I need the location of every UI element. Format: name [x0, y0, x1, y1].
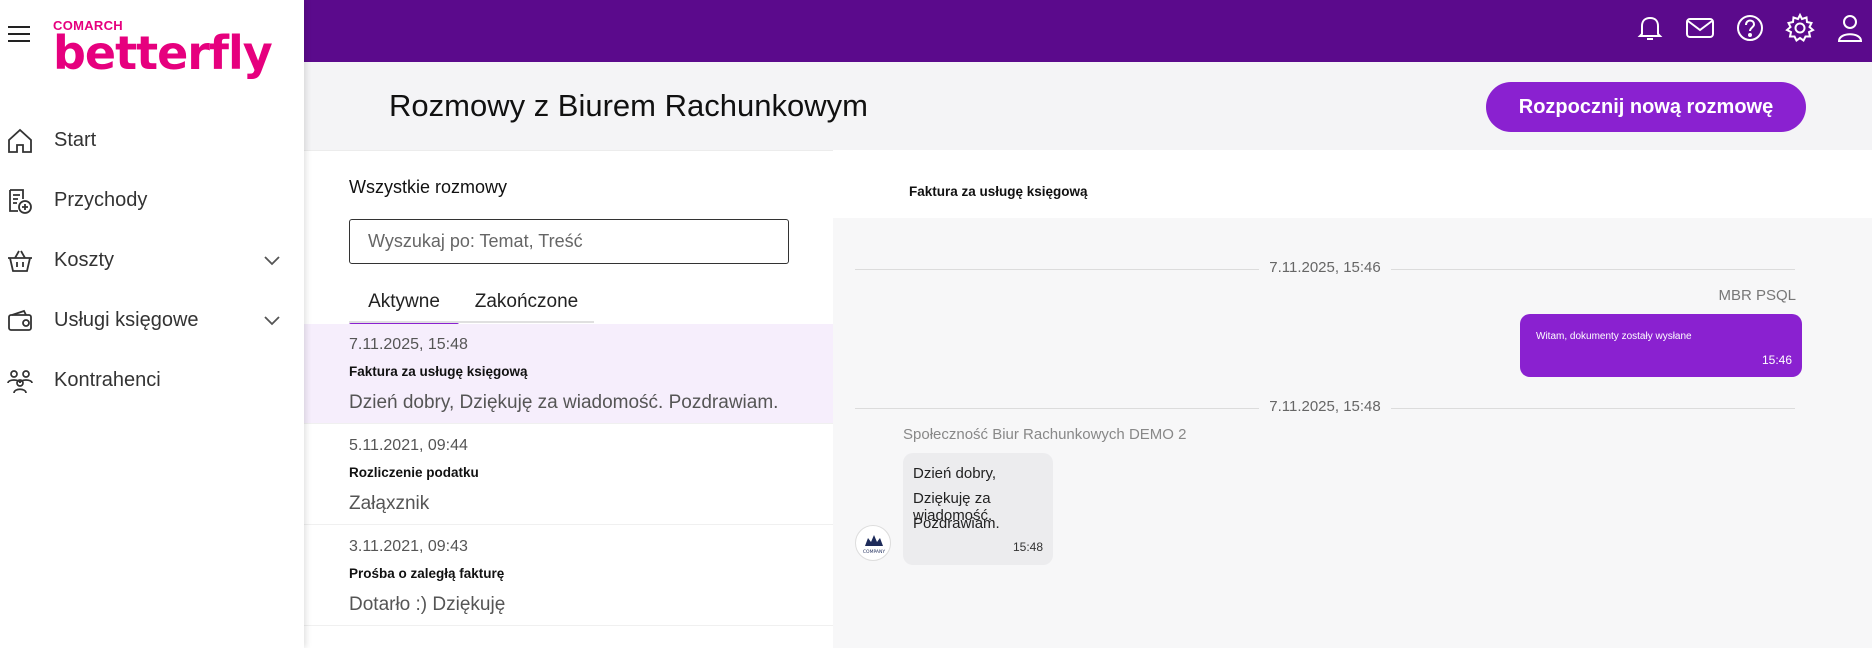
help-icon[interactable] — [1734, 12, 1766, 44]
sidebar-item-label: Usługi księgowe — [54, 308, 199, 331]
conversation-item[interactable]: 3.11.2021, 09:43 Prośba o zaległą faktur… — [304, 526, 833, 626]
contacts-icon — [7, 370, 33, 394]
message-time: 15:48 — [1012, 540, 1043, 554]
hamburger-menu-icon[interactable] — [8, 26, 30, 42]
bell-icon[interactable] — [1634, 12, 1666, 44]
incoming-message-bubble: Dzień dobry, Dziękuję za wiadomość. Pozd… — [903, 453, 1053, 565]
sidebar: COMARCH betterfly Start Przychody Koszty… — [0, 0, 304, 648]
list-heading: Wszystkie rozmowy — [349, 177, 508, 197]
separator-text: 7.11.2025, 15:48 — [855, 398, 1795, 415]
chat-subject: Faktura za usługę księgową — [909, 184, 1088, 199]
page-title: Rozmowy z Biurem Rachunkowym — [389, 88, 868, 123]
tab-aktywne[interactable]: Aktywne — [349, 291, 459, 327]
sidebar-item-label: Start — [54, 128, 97, 151]
app: COMARCH betterfly Start Przychody Koszty… — [0, 0, 1872, 648]
message-text: Witam, dokumenty zostały wysłane — [1536, 331, 1692, 342]
separator-text: 7.11.2025, 15:46 — [855, 259, 1795, 276]
outgoing-sender: MBR PSQL — [1718, 287, 1796, 304]
sidebar-nav: Start Przychody Koszty Usługi księgowe K… — [0, 110, 304, 410]
sidebar-item-koszty[interactable]: Koszty — [0, 230, 304, 290]
new-conversation-button[interactable]: Rozpocznij nową rozmowę — [1486, 82, 1806, 132]
avatar: COMPANY — [855, 525, 891, 561]
income-document-icon — [9, 189, 32, 214]
conversation-preview: Dotarło :) Dziękuję — [349, 594, 506, 615]
conversation-date: 3.11.2021, 09:43 — [349, 538, 468, 555]
basket-icon — [8, 250, 32, 272]
separator-date: 7.11.2025, 15:48 — [1259, 398, 1391, 415]
wallet-icon — [8, 309, 32, 331]
tab-zakonczone[interactable]: Zakończone — [459, 291, 594, 323]
message-line: Pozdrawiam. — [913, 515, 1000, 532]
sidebar-item-label: Przychody — [54, 188, 148, 211]
company-logo-icon: COMPANY — [863, 535, 885, 555]
avatar-label: COMPANY — [863, 549, 885, 555]
mail-icon[interactable] — [1684, 12, 1716, 44]
conversation-tabs: Aktywne Zakończone — [349, 291, 594, 327]
conversation-subject: Rozliczenie podatku — [349, 465, 479, 480]
conversation-item[interactable]: 5.11.2021, 09:44 Rozliczenie podatku Zał… — [304, 425, 833, 525]
sidebar-item-uslugi-ksiegowe[interactable]: Usługi księgowe — [0, 290, 304, 350]
conversation-item[interactable]: 7.11.2025, 15:48 Faktura za usługę księg… — [304, 324, 833, 424]
chevron-down-icon[interactable] — [262, 312, 282, 328]
conversation-date: 5.11.2021, 09:44 — [349, 437, 468, 454]
message-time: 15:46 — [1761, 353, 1792, 367]
sidebar-item-start[interactable]: Start — [0, 110, 304, 170]
chat-header: Faktura za usługę księgową — [833, 150, 1872, 218]
user-icon[interactable] — [1834, 12, 1866, 44]
incoming-sender: Społeczność Biur Rachunkowych DEMO 2 — [903, 426, 1187, 443]
logo[interactable]: COMARCH betterfly — [53, 18, 273, 80]
separator-date: 7.11.2025, 15:46 — [1259, 259, 1391, 276]
outgoing-message-bubble: Witam, dokumenty zostały wysłane 15:46 — [1520, 314, 1802, 377]
conversation-date: 7.11.2025, 15:48 — [349, 336, 468, 353]
sidebar-item-przychody[interactable]: Przychody — [0, 170, 304, 230]
conversation-subject: Prośba o zaległą fakturę — [349, 566, 505, 581]
home-icon — [8, 128, 32, 153]
conversation-preview: Dzień dobry, Dziękuję za wiadomość. Pozd… — [349, 392, 779, 413]
gear-icon[interactable] — [1784, 12, 1816, 44]
sidebar-item-kontrahenci[interactable]: Kontrahenci — [0, 350, 304, 410]
search-input[interactable] — [349, 219, 789, 264]
message-line: Dzień dobry, — [913, 465, 997, 482]
sidebar-item-label: Koszty — [54, 248, 115, 271]
conversation-preview: Załąxznik — [349, 493, 430, 514]
top-bar — [304, 0, 1872, 62]
chevron-down-icon[interactable] — [262, 252, 282, 268]
logo-product: betterfly — [53, 26, 273, 80]
chat-panel: Faktura za usługę księgową 7.11.2025, 15… — [833, 150, 1872, 648]
date-separator: 7.11.2025, 15:46 — [855, 259, 1795, 279]
conversation-subject: Faktura za usługę księgową — [349, 364, 528, 379]
conversation-list-panel: Wszystkie rozmowy Aktywne Zakończone 7.1… — [304, 150, 833, 648]
sidebar-item-label: Kontrahenci — [54, 368, 161, 391]
date-separator: 7.11.2025, 15:48 — [855, 398, 1795, 418]
